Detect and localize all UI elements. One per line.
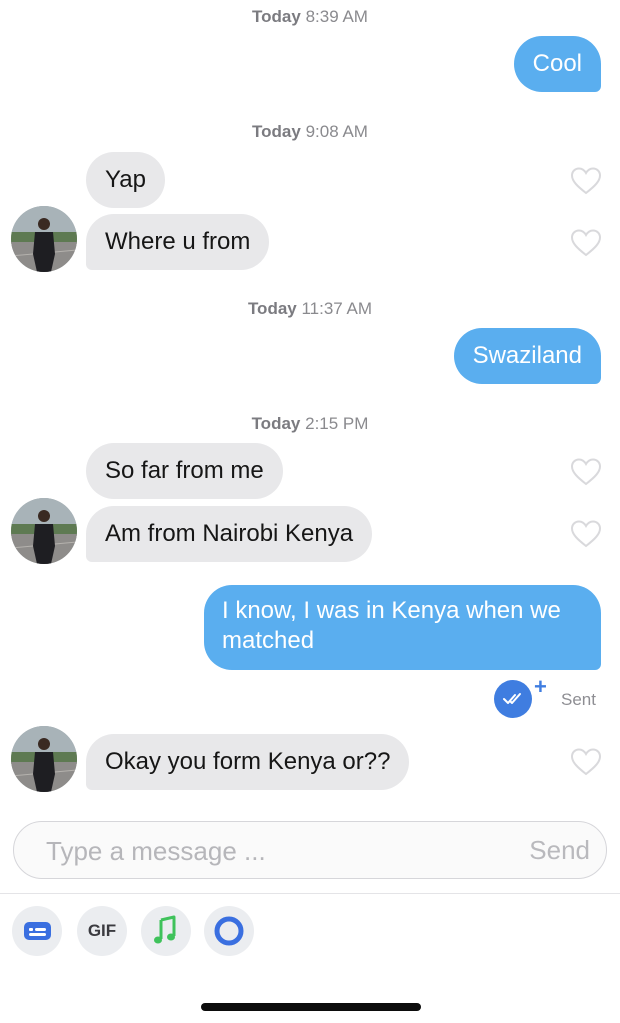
like-heart-icon[interactable] [570,229,602,257]
plus-icon: + [534,674,547,699]
avatar[interactable] [11,726,77,792]
music-button[interactable] [141,906,191,956]
incoming-message[interactable]: So far from me [86,443,283,499]
send-button[interactable]: Send [529,835,590,866]
avatar[interactable] [11,498,77,564]
sticker-button[interactable] [12,906,62,956]
divider [0,893,620,894]
music-icon [154,915,176,944]
like-heart-icon[interactable] [570,167,602,195]
gif-icon: GIF [87,921,117,940]
incoming-message[interactable]: Am from Nairobi Kenya [86,506,373,562]
read-receipt-icon[interactable] [494,680,532,718]
avatar[interactable] [11,206,77,272]
like-heart-icon[interactable] [570,748,602,776]
incoming-message[interactable]: Yap [86,152,165,208]
incoming-message[interactable]: Where u from [86,214,270,270]
outgoing-message[interactable]: I know, I was in Kenya when we matched [204,585,601,670]
home-indicator[interactable] [201,1003,421,1011]
sent-status: Sent [561,690,596,709]
timestamp: Today 8:39 AM [252,7,368,26]
message-input[interactable] [44,822,468,880]
ring-icon [214,916,244,946]
outgoing-message[interactable]: Cool [513,36,601,92]
sticker-icon [24,922,51,940]
outgoing-message[interactable]: Swaziland [453,328,601,384]
ring-button[interactable] [204,906,254,956]
gif-button[interactable]: GIF [77,906,127,956]
message-composer: Send [13,821,607,880]
like-heart-icon[interactable] [570,520,602,548]
timestamp: Today 11:37 AM [247,299,373,318]
incoming-message[interactable]: Okay you form Kenya or?? [86,734,410,790]
like-heart-icon[interactable] [570,458,602,486]
timestamp: Today 9:08 AM [252,122,368,141]
timestamp: Today 2:15 PM [251,414,369,433]
